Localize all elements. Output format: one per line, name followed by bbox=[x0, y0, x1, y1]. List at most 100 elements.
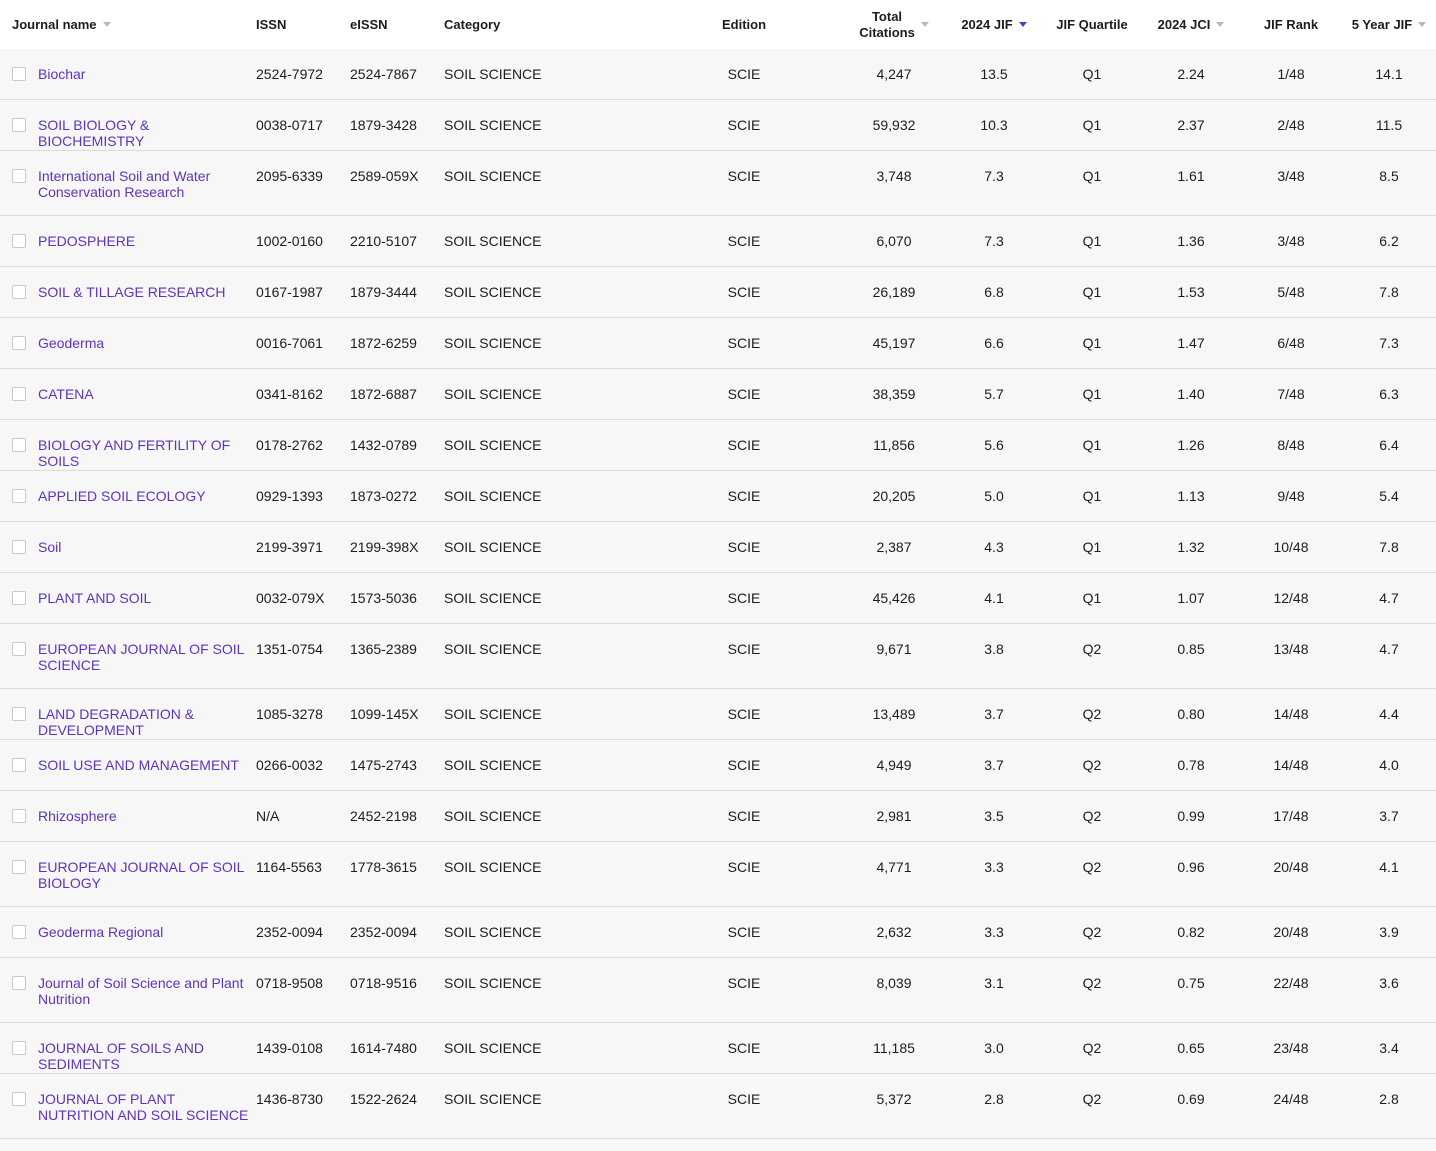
journal-name-link[interactable]: Soil bbox=[38, 539, 254, 555]
journal-name-link[interactable]: Geoderma bbox=[38, 335, 254, 351]
jci-cell: 2.24 bbox=[1177, 66, 1205, 82]
journal-name-link[interactable]: BIOLOGY AND FERTILITY OF SOILS bbox=[38, 437, 254, 469]
row-checkbox[interactable] bbox=[12, 860, 26, 874]
header-jif-rank-label: JIF Rank bbox=[1263, 17, 1319, 32]
jif-rank-cell: 20/48 bbox=[1273, 859, 1309, 875]
row-checkbox[interactable] bbox=[12, 707, 26, 721]
sort-total-citations-icon[interactable] bbox=[920, 22, 929, 27]
journal-name-link[interactable]: PEDOSPHERE bbox=[38, 233, 254, 249]
row-checkbox[interactable] bbox=[12, 976, 26, 990]
journal-name-link[interactable]: EUROPEAN JOURNAL OF SOIL SCIENCE bbox=[38, 641, 254, 673]
journal-name-link[interactable]: International Soil and Water Conservatio… bbox=[38, 168, 254, 200]
journal-name-link[interactable]: SOIL BIOLOGY & BIOCHEMISTRY bbox=[38, 117, 254, 149]
eissn-cell: 2452-2198 bbox=[350, 808, 417, 824]
category-cell: SOIL SCIENCE bbox=[444, 488, 542, 504]
issn-cell: 1002-0160 bbox=[256, 233, 323, 249]
header-category-label: Category bbox=[444, 17, 501, 32]
category-cell: SOIL SCIENCE bbox=[444, 975, 542, 991]
five-year-jif-cell: 8.5 bbox=[1379, 168, 1399, 184]
journal-name-link[interactable]: CATENA bbox=[38, 386, 254, 402]
row-checkbox[interactable] bbox=[12, 67, 26, 81]
jif-quartile-cell: Q1 bbox=[1082, 66, 1102, 82]
category-cell: SOIL SCIENCE bbox=[444, 590, 542, 606]
header-2024-jci[interactable]: 2024 JCI bbox=[1141, 0, 1241, 49]
eissn-cell: 2589-059X bbox=[350, 168, 419, 184]
jci-cell: 1.13 bbox=[1177, 488, 1205, 504]
journal-name-link[interactable]: LAND DEGRADATION & DEVELOPMENT bbox=[38, 706, 254, 738]
header-5-year-jif[interactable]: 5 Year JIF bbox=[1339, 0, 1436, 49]
row-checkbox[interactable] bbox=[12, 234, 26, 248]
row-checkbox[interactable] bbox=[12, 758, 26, 772]
sort-journal-name-icon[interactable] bbox=[102, 22, 111, 27]
total-citations-cell: 2,387 bbox=[876, 539, 912, 555]
eissn-cell: 1778-3615 bbox=[350, 859, 417, 875]
journal-name-link[interactable]: JOURNAL OF PLANT NUTRITION AND SOIL SCIE… bbox=[38, 1091, 254, 1123]
edition-cell: SCIE bbox=[727, 233, 761, 249]
eissn-cell: 1879-3428 bbox=[350, 117, 417, 133]
jif-quartile-cell: Q1 bbox=[1082, 386, 1102, 402]
journal-name-link[interactable]: JOURNAL OF SOILS AND SEDIMENTS bbox=[38, 1040, 254, 1072]
row-checkbox[interactable] bbox=[12, 1041, 26, 1055]
issn-cell: 0016-7061 bbox=[256, 335, 323, 351]
five-year-jif-cell: 14.1 bbox=[1375, 66, 1403, 82]
journal-name-link[interactable]: EUROPEAN JOURNAL OF SOIL BIOLOGY bbox=[38, 859, 254, 891]
header-5-year-jif-label: 5 Year JIF bbox=[1351, 17, 1413, 32]
category-cell: SOIL SCIENCE bbox=[444, 539, 542, 555]
journal-name-link[interactable]: Rhizosphere bbox=[38, 808, 254, 824]
row-checkbox[interactable] bbox=[12, 642, 26, 656]
row-checkbox[interactable] bbox=[12, 540, 26, 554]
header-total-citations[interactable]: Total Citations bbox=[840, 0, 948, 49]
edition-cell: SCIE bbox=[727, 641, 761, 657]
jif-cell: 5.6 bbox=[984, 437, 1004, 453]
row-checkbox[interactable] bbox=[12, 489, 26, 503]
journal-name-link[interactable]: Biochar bbox=[38, 66, 254, 82]
table-body: Biochar 2524-7972 2524-7867 SOIL SCIENCE SCI… bbox=[0, 49, 1436, 1139]
jci-cell: 0.75 bbox=[1177, 975, 1205, 991]
jif-quartile-cell: Q2 bbox=[1082, 706, 1102, 722]
sort-5-year-jif-icon[interactable] bbox=[1418, 22, 1427, 27]
jif-quartile-cell: Q2 bbox=[1082, 1040, 1102, 1056]
row-checkbox[interactable] bbox=[12, 118, 26, 132]
table-row: Geoderma Regional 2352-0094 2352-0094 SOIL … bbox=[0, 907, 1436, 958]
journal-table: Journal name ISSN eISSN Category Edition… bbox=[0, 0, 1436, 1139]
category-cell: SOIL SCIENCE bbox=[444, 1040, 542, 1056]
row-checkbox[interactable] bbox=[12, 336, 26, 350]
row-checkbox[interactable] bbox=[12, 438, 26, 452]
edition-cell: SCIE bbox=[727, 859, 761, 875]
jif-cell: 7.3 bbox=[984, 168, 1004, 184]
jif-quartile-cell: Q1 bbox=[1082, 437, 1102, 453]
journal-name-link[interactable]: SOIL USE AND MANAGEMENT bbox=[38, 757, 254, 773]
journal-name-link[interactable]: Geoderma Regional bbox=[38, 924, 254, 940]
jci-cell: 0.80 bbox=[1177, 706, 1205, 722]
sort-2024-jci-icon[interactable] bbox=[1216, 22, 1225, 27]
total-citations-cell: 8,039 bbox=[876, 975, 912, 991]
row-checkbox[interactable] bbox=[12, 925, 26, 939]
jif-rank-cell: 3/48 bbox=[1277, 168, 1305, 184]
total-citations-cell: 13,489 bbox=[872, 706, 916, 722]
row-checkbox[interactable] bbox=[12, 1092, 26, 1106]
sort-2024-jif-icon[interactable] bbox=[1018, 22, 1027, 27]
edition-cell: SCIE bbox=[727, 924, 761, 940]
total-citations-cell: 45,426 bbox=[872, 590, 916, 606]
journal-name-link[interactable]: Journal of Soil Science and Plant Nutrit… bbox=[38, 975, 254, 1007]
row-checkbox[interactable] bbox=[12, 387, 26, 401]
jci-cell: 1.07 bbox=[1177, 590, 1205, 606]
row-checkbox[interactable] bbox=[12, 591, 26, 605]
issn-cell: 1164-5563 bbox=[256, 859, 322, 875]
table-row: PEDOSPHERE 1002-0160 2210-5107 SOIL SCIENCE… bbox=[0, 216, 1436, 267]
journal-name-link[interactable]: PLANT AND SOIL bbox=[38, 590, 254, 606]
total-citations-cell: 2,981 bbox=[876, 808, 912, 824]
header-2024-jif[interactable]: 2024 JIF bbox=[944, 0, 1044, 49]
journal-name-link[interactable]: SOIL & TILLAGE RESEARCH bbox=[38, 284, 254, 300]
row-checkbox[interactable] bbox=[12, 809, 26, 823]
total-citations-cell: 4,949 bbox=[876, 757, 912, 773]
total-citations-cell: 3,748 bbox=[876, 168, 912, 184]
header-journal-name[interactable]: Journal name bbox=[12, 0, 111, 49]
eissn-cell: 1365-2389 bbox=[350, 641, 417, 657]
header-jif-rank: JIF Rank bbox=[1241, 0, 1341, 49]
journal-name-link[interactable]: APPLIED SOIL ECOLOGY bbox=[38, 488, 254, 504]
row-checkbox[interactable] bbox=[12, 169, 26, 183]
issn-cell: 0167-1987 bbox=[256, 284, 323, 300]
table-row: SOIL USE AND MANAGEMENT 0266-0032 1475-274… bbox=[0, 740, 1436, 791]
row-checkbox[interactable] bbox=[12, 285, 26, 299]
